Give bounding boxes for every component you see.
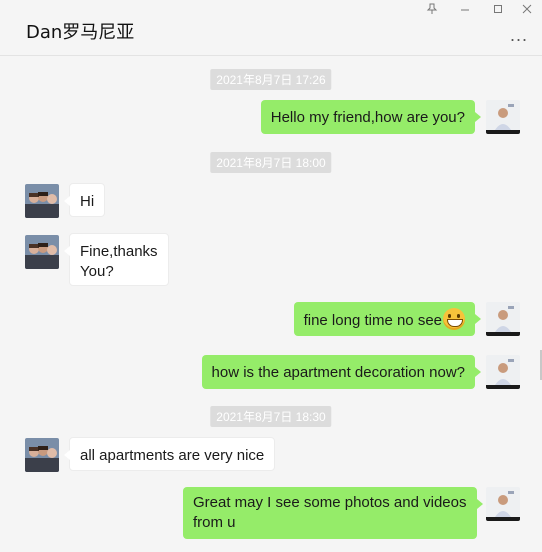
timestamp: 2021年8月7日 17:26 (210, 69, 332, 90)
message-bubble[interactable]: Great may I see some photos and videos f… (183, 487, 483, 539)
chat-title: Dan罗马尼亚 (26, 22, 135, 43)
my-avatar[interactable] (486, 487, 520, 521)
contact-avatar[interactable] (25, 184, 59, 218)
close-icon[interactable] (521, 2, 537, 16)
message-line: from u (193, 514, 236, 531)
grin-emoji-icon (443, 308, 465, 330)
my-avatar[interactable] (486, 355, 520, 389)
message-bubble[interactable]: Fine,thanks You? (64, 233, 169, 286)
pin-icon[interactable] (426, 2, 442, 16)
message-line: You? (80, 263, 114, 280)
message-bubble[interactable]: Hello my friend,how are you? (260, 100, 482, 134)
maximize-icon[interactable] (492, 2, 508, 16)
message-bubble[interactable]: how is the apartment decoration now? (201, 355, 482, 389)
minimize-icon[interactable] (459, 2, 475, 16)
timestamp: 2021年8月7日 18:30 (210, 406, 332, 427)
my-avatar[interactable] (486, 302, 520, 336)
chat-header: Dan罗马尼亚 ... (0, 0, 542, 56)
message-line: Great may I see some photos and videos (193, 494, 467, 511)
contact-avatar[interactable] (25, 438, 59, 472)
my-avatar[interactable] (486, 100, 520, 134)
message-bubble[interactable]: all apartments are very nice (63, 437, 276, 471)
message-bubble[interactable]: fine long time no see (293, 302, 482, 336)
more-icon[interactable]: ... (510, 26, 528, 44)
message-line: Fine,thanks (80, 243, 158, 260)
message-bubble[interactable]: Hi (63, 183, 106, 217)
contact-avatar[interactable] (25, 235, 59, 269)
message-text: fine long time no see (303, 311, 442, 329)
timestamp: 2021年8月7日 18:00 (210, 152, 332, 173)
